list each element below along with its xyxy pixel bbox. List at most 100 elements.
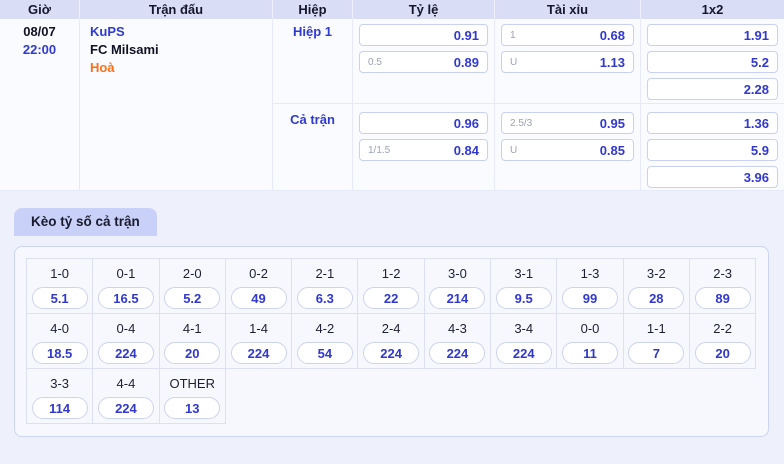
over-under-odds-box[interactable]: 2.5/3 0.95	[501, 112, 634, 134]
score-odds-button[interactable]: 5.2	[164, 287, 221, 309]
score-label: 1-4	[249, 321, 268, 336]
odds-value: 0.85	[599, 142, 625, 158]
odds-value: 2.28	[743, 81, 769, 97]
handicap-odds-first-half: 0.91 0.5 0.89	[353, 19, 495, 103]
score-cell: 4-1 20	[159, 314, 226, 369]
score-cell: 3-4 224	[491, 314, 558, 369]
odds-value: 0.91	[453, 27, 479, 43]
score-label: 1-0	[50, 266, 70, 281]
odds-line-label: 1	[510, 29, 516, 41]
score-label: 1-1	[646, 321, 666, 336]
score-odds-button[interactable]: 5.1	[31, 287, 88, 309]
score-label: 1-3	[580, 266, 600, 281]
score-cell: 0-2 49	[225, 259, 293, 314]
score-cell: OTHER 13	[159, 369, 226, 424]
one-x-two-odds-box[interactable]: 5.2	[647, 51, 778, 73]
score-label: 3-4	[514, 321, 534, 336]
score-cell: 4-2 54	[292, 314, 359, 369]
score-label: 4-4	[116, 376, 136, 391]
odds-value: 1.13	[599, 54, 625, 70]
column-header-period: Hiệp	[273, 0, 353, 19]
match-time: 22:00	[22, 42, 57, 57]
score-cell: 3-0 214	[424, 259, 492, 314]
score-row: 3-3 114 4-4 224 OTHER 13	[27, 369, 756, 424]
one-x-two-odds-box[interactable]: 3.96	[647, 166, 778, 188]
score-label: 3-3	[50, 376, 70, 391]
over-under-odds-box[interactable]: U 1.13	[501, 51, 634, 73]
score-cell: 2-3 89	[689, 259, 757, 314]
score-odds-button[interactable]: 22	[363, 287, 420, 309]
score-odds-button[interactable]: 6.3	[296, 287, 353, 309]
score-odds-button[interactable]: 49	[230, 287, 287, 309]
score-odds-button[interactable]: 20	[694, 342, 751, 364]
away-team-name[interactable]: FC Milsami	[90, 41, 272, 59]
score-odds-button[interactable]: 28	[628, 287, 685, 309]
odds-value: 1.91	[743, 27, 769, 43]
score-label: 3-0	[448, 266, 467, 281]
score-odds-button[interactable]: 9.5	[495, 287, 552, 309]
column-header-match: Trận đấu	[80, 0, 273, 19]
score-label: 3-1	[514, 266, 534, 281]
score-odds-button[interactable]: 13	[164, 397, 221, 419]
handicap-odds-box[interactable]: 0.5 0.89	[359, 51, 488, 73]
score-odds-button[interactable]: 54	[296, 342, 353, 364]
column-header-handicap: Tỷ lệ	[353, 0, 495, 19]
score-cell: 4-4 224	[93, 369, 160, 424]
score-odds-button[interactable]: 224	[495, 342, 552, 364]
handicap-odds-box[interactable]: 0.91	[359, 24, 488, 46]
score-cell: 1-2 22	[358, 259, 425, 314]
one-x-two-odds-box[interactable]: 5.9	[647, 139, 778, 161]
draw-label: Hoà	[90, 60, 115, 75]
score-row: 1-0 5.1 0-1 16.5 2-0 5.2 0-2 49 2-1 6.3 1-2 22 3-0 21…	[27, 259, 757, 314]
score-odds-button[interactable]: 89	[694, 287, 751, 309]
odds-value: 3.96	[743, 169, 769, 185]
one-x-two-odds-first-half: 1.91 5.2 2.28	[641, 19, 784, 103]
score-odds-button[interactable]: 224	[97, 342, 154, 364]
score-cell: 2-4 224	[358, 314, 425, 369]
over-under-odds-full-time: 2.5/3 0.95 U 0.85	[495, 103, 641, 190]
score-cell: 0-1 16.5	[93, 259, 160, 314]
score-odds-button[interactable]: 224	[429, 342, 486, 364]
score-odds-button[interactable]: 224	[97, 397, 154, 419]
score-odds-button[interactable]: 224	[363, 342, 420, 364]
over-under-odds-box[interactable]: U 0.85	[501, 139, 634, 161]
score-odds-button[interactable]: 114	[31, 397, 88, 419]
score-label: 4-3	[448, 321, 467, 336]
score-cell: 2-2 20	[689, 314, 757, 369]
score-odds-button[interactable]: 16.5	[97, 287, 154, 309]
score-odds-button[interactable]: 214	[429, 287, 486, 309]
score-cell: 0-0 11	[557, 314, 624, 369]
score-label: 4-0	[50, 321, 70, 336]
score-label: 0-0	[580, 321, 600, 336]
over-under-odds-first-half: 1 0.68 U 1.13	[495, 19, 641, 103]
score-odds-button[interactable]: 18.5	[31, 342, 88, 364]
tab-correct-score[interactable]: Kèo tỷ số cả trận	[14, 208, 157, 236]
score-label: 4-1	[182, 321, 202, 336]
home-team-name[interactable]: KuPS	[90, 23, 272, 41]
one-x-two-odds-box[interactable]: 2.28	[647, 78, 778, 100]
over-under-odds-box[interactable]: 1 0.68	[501, 24, 634, 46]
score-label: 2-1	[315, 266, 335, 281]
score-odds-button[interactable]: 7	[628, 342, 685, 364]
score-odds-button[interactable]: 20	[164, 342, 221, 364]
score-label: 0-4	[116, 321, 136, 336]
one-x-two-odds-box[interactable]: 1.36	[647, 112, 778, 134]
handicap-odds-box[interactable]: 0.96	[359, 112, 488, 134]
odds-value: 5.9	[750, 142, 769, 158]
odds-value: 1.36	[743, 115, 769, 131]
score-odds-button[interactable]: 224	[230, 342, 287, 364]
score-label: 1-2	[381, 266, 401, 281]
score-cell: 2-0 5.2	[159, 259, 226, 314]
score-odds-button[interactable]: 11	[562, 342, 619, 364]
odds-line-label: U	[510, 144, 518, 156]
score-odds-button[interactable]: 99	[562, 287, 619, 309]
one-x-two-odds-box[interactable]: 1.91	[647, 24, 778, 46]
odds-value: 0.96	[453, 115, 479, 131]
handicap-odds-box[interactable]: 1/1.5 0.84	[359, 139, 488, 161]
score-label: 0-2	[249, 266, 268, 281]
score-label: OTHER	[169, 376, 215, 391]
correct-score-panel: 1-0 5.1 0-1 16.5 2-0 5.2 0-2 49 2-1 6.3 1-2 22 3-0 21…	[14, 246, 769, 437]
score-cell: 4-3 224	[424, 314, 492, 369]
odds-value: 5.2	[750, 54, 769, 70]
column-header-time: Giờ	[0, 0, 80, 19]
